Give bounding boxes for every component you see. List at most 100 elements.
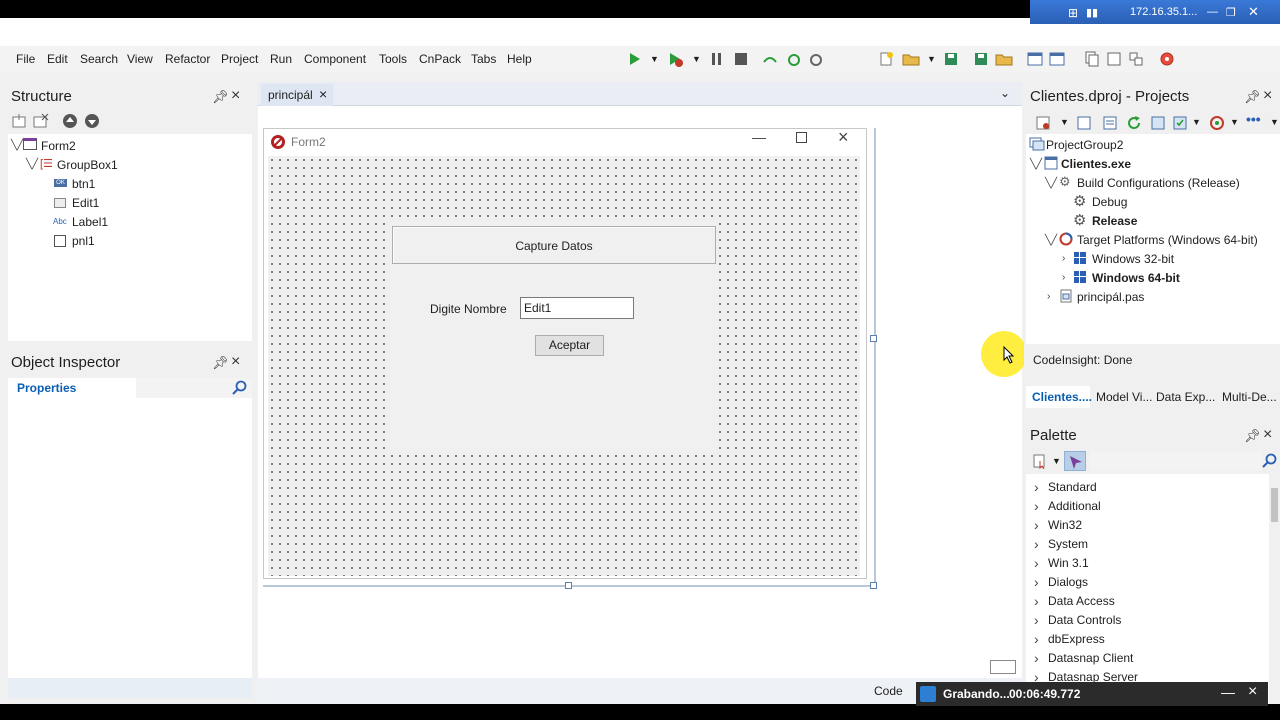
copy-icon[interactable] [1084,51,1100,67]
build-icon[interactable] [1150,115,1166,131]
palette-category[interactable]: Standard [1048,480,1097,494]
aceptar-button[interactable]: Aceptar [535,335,604,356]
tree-item-windows-32[interactable]: Windows 32-bit [1092,252,1174,266]
tree-item-pnl1[interactable]: pnl1 [72,234,95,248]
tab-multi-device[interactable]: Multi-De... [1222,390,1277,404]
palette-category[interactable]: Datasnap Client [1048,651,1133,665]
menu-view[interactable]: View [127,52,153,66]
component-icon[interactable] [1128,51,1144,67]
menu-help[interactable]: Help [507,52,532,66]
tree-item-clientes-exe[interactable]: Clientes.exe [1061,157,1131,171]
chevron-right-icon[interactable]: › [1034,555,1039,571]
menu-cnpack[interactable]: CnPack [419,52,461,66]
dropdown-icon[interactable]: ▼ [1060,117,1069,127]
palette-filter-icon[interactable] [1032,453,1048,469]
tree-item-groupbox1[interactable]: GroupBox1 [57,158,118,172]
pin-icon[interactable]: 📌︎ [212,89,229,105]
palette-category[interactable]: Additional [1048,499,1101,513]
palette-category[interactable]: Dialogs [1048,575,1088,589]
tab-list-dropdown-icon[interactable]: ⌄ [1000,86,1010,100]
edit1-input[interactable]: Edit1 [520,297,634,319]
tree-item-projectgroup2[interactable]: ProjectGroup2 [1046,138,1123,152]
chevron-right-icon[interactable]: › [1047,291,1050,302]
close-icon[interactable]: × [231,87,240,105]
chevron-right-icon[interactable]: › [1034,536,1039,552]
refresh-icon[interactable] [1126,115,1142,131]
run-to-cursor-icon[interactable] [808,52,824,66]
tree-item-label1[interactable]: Label1 [72,215,108,229]
tab-principal[interactable]: principál × [261,84,333,106]
close-tab-icon[interactable]: × [319,86,327,102]
groupbox1[interactable]: Capture Datos Digite Nombre Edit1 Acepta… [390,222,716,452]
open-project-icon[interactable] [995,51,1013,67]
open-folder-icon[interactable] [902,51,920,67]
tree-item-release[interactable]: Release [1092,214,1137,228]
tab-model-view[interactable]: Model Vi... [1096,390,1152,404]
tree-item-edit1[interactable]: Edit1 [72,196,99,210]
chevron-right-icon[interactable]: › [1034,574,1039,590]
compile-icon[interactable] [1172,115,1188,131]
menu-file[interactable]: File [16,52,35,66]
search-icon[interactable] [232,380,248,396]
activate-project-icon[interactable] [1035,115,1051,131]
tree-item-principal-pas[interactable]: principál.pas [1077,290,1144,304]
palette-category[interactable]: Data Access [1048,594,1115,608]
menu-run[interactable]: Run [270,52,292,66]
save-all-icon[interactable] [973,51,989,67]
menu-tabs[interactable]: Tabs [471,52,496,66]
layout-toggle-icon[interactable] [990,660,1016,674]
resize-handle-bottom[interactable] [565,582,572,589]
rd-close-icon[interactable]: ✕ [1248,4,1259,20]
chevron-right-icon[interactable]: › [1034,612,1039,628]
chevron-down-icon[interactable]: ╲╱ [1030,159,1042,170]
pointer-tool[interactable] [1064,451,1086,471]
dropdown-icon[interactable]: ▼ [1052,456,1061,466]
menu-project[interactable]: Project [221,52,258,66]
close-icon[interactable]: × [1263,426,1272,444]
chevron-right-icon[interactable]: › [1034,498,1039,514]
maximize-icon[interactable] [796,132,807,143]
pin-icon[interactable]: ⊞ [1068,6,1078,20]
menu-edit[interactable]: Edit [47,52,68,66]
palette-category[interactable]: dbExpress [1048,632,1105,646]
dropdown-icon[interactable]: ▼ [1192,117,1201,127]
palette-category[interactable]: Win 3.1 [1048,556,1089,570]
new-file-icon[interactable] [878,51,894,67]
rd-restore-icon[interactable]: ❐ [1226,6,1236,19]
new-project-icon[interactable] [1076,115,1092,131]
recorder-minimize-icon[interactable]: — [1221,684,1235,700]
pause-icon[interactable] [710,52,724,66]
move-up-icon[interactable] [62,113,78,129]
chevron-down-icon[interactable]: ╲╱ [11,140,23,151]
chevron-right-icon[interactable]: › [1034,517,1039,533]
cnpack-icon[interactable] [1159,51,1175,67]
minimize-icon[interactable]: — [752,129,766,145]
project-options-icon[interactable] [1102,115,1118,131]
rd-minimize-icon[interactable]: — [1207,6,1218,18]
scroll-thumb[interactable] [1271,488,1278,522]
tree-item-debug[interactable]: Debug [1092,195,1127,209]
chevron-down-icon[interactable]: ╲╱ [1045,178,1057,189]
chevron-right-icon[interactable]: › [1034,479,1039,495]
toggle-form-unit-icon[interactable] [1106,51,1122,67]
tree-item-btn1[interactable]: btn1 [72,177,95,191]
open-dropdown-icon[interactable]: ▼ [927,54,936,64]
pin-icon[interactable]: 📌︎ [212,355,229,371]
recorder-close-icon[interactable]: × [1248,683,1257,701]
pin-icon[interactable]: 📌︎ [1244,428,1261,444]
close-icon[interactable]: × [1263,87,1272,105]
run-dropdown-icon[interactable]: ▼ [650,54,659,64]
resize-handle-corner[interactable] [870,582,877,589]
close-icon[interactable]: × [231,353,240,371]
stop-icon[interactable] [734,52,748,66]
run-without-debug-icon[interactable] [668,52,684,68]
chevron-right-icon[interactable]: › [1062,272,1065,283]
tree-item-windows-64[interactable]: Windows 64-bit [1092,271,1180,285]
palette-category[interactable]: System [1048,537,1088,551]
form-design-surface[interactable]: Capture Datos Digite Nombre Edit1 Acepta… [268,156,860,576]
palette-category[interactable]: Data Controls [1048,613,1121,627]
view-form-icon[interactable] [1049,51,1065,67]
chevron-right-icon[interactable]: › [1034,631,1039,647]
tab-clientes[interactable]: Clientes.... [1026,386,1092,408]
menu-search[interactable]: Search [80,52,118,66]
